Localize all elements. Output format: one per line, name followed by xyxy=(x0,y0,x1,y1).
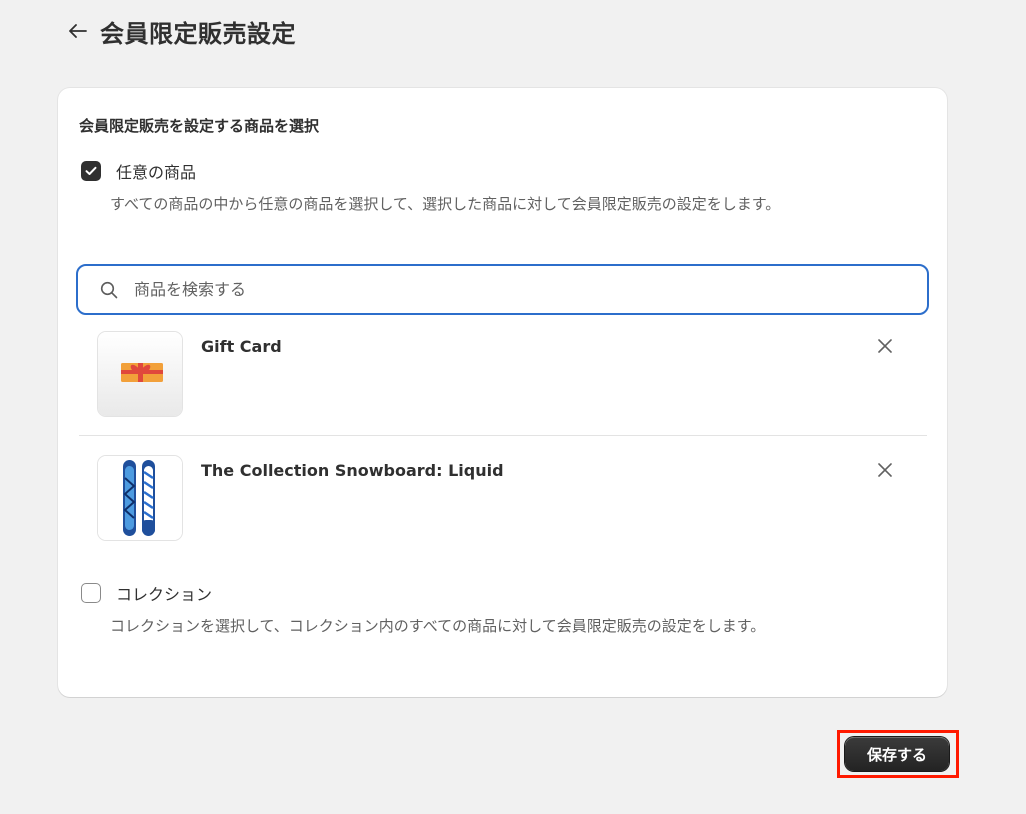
product-item: The Collection Snowboard: Liquid xyxy=(79,455,927,557)
page-header: 会員限定販売設定 xyxy=(66,14,296,48)
collection-label: コレクション xyxy=(116,585,213,604)
any-products-checkbox[interactable] xyxy=(81,161,101,181)
option-any-products[interactable]: 任意の商品 xyxy=(81,159,196,183)
save-button[interactable]: 保存する xyxy=(845,737,949,771)
arrow-left-icon xyxy=(69,24,87,38)
section-title: 会員限定販売を設定する商品を選択 xyxy=(79,117,320,135)
collection-help: コレクションを選択して、コレクション内のすべての商品に対して会員限定販売の設定を… xyxy=(110,617,766,635)
back-button[interactable] xyxy=(66,19,90,43)
product-name: Gift Card xyxy=(201,337,282,356)
product-thumbnail xyxy=(97,331,183,417)
option-collection[interactable]: コレクション xyxy=(81,581,212,605)
snowboard-image xyxy=(98,456,182,540)
product-item: Gift Card xyxy=(79,331,927,433)
page: 会員限定販売設定 会員限定販売を設定する商品を選択 任意の商品 すべての商品の中… xyxy=(0,0,1026,814)
page-title: 会員限定販売設定 xyxy=(100,19,296,48)
any-products-label: 任意の商品 xyxy=(116,163,197,182)
gift-card-image xyxy=(98,332,182,416)
any-products-help: すべての商品の中から任意の商品を選択して、選択した商品に対して会員限定販売の設定… xyxy=(110,195,781,213)
close-icon xyxy=(878,463,892,477)
product-search[interactable] xyxy=(76,264,929,315)
product-search-input[interactable] xyxy=(132,279,896,300)
remove-product-button[interactable] xyxy=(874,459,896,481)
collection-checkbox[interactable] xyxy=(81,583,101,603)
close-icon xyxy=(878,339,892,353)
remove-product-button[interactable] xyxy=(874,335,896,357)
divider xyxy=(79,435,927,436)
product-name: The Collection Snowboard: Liquid xyxy=(201,461,504,480)
product-selection-card: 会員限定販売を設定する商品を選択 任意の商品 すべての商品の中から任意の商品を選… xyxy=(58,88,947,697)
product-thumbnail xyxy=(97,455,183,541)
checkmark-icon xyxy=(85,166,97,175)
search-icon xyxy=(100,281,118,299)
